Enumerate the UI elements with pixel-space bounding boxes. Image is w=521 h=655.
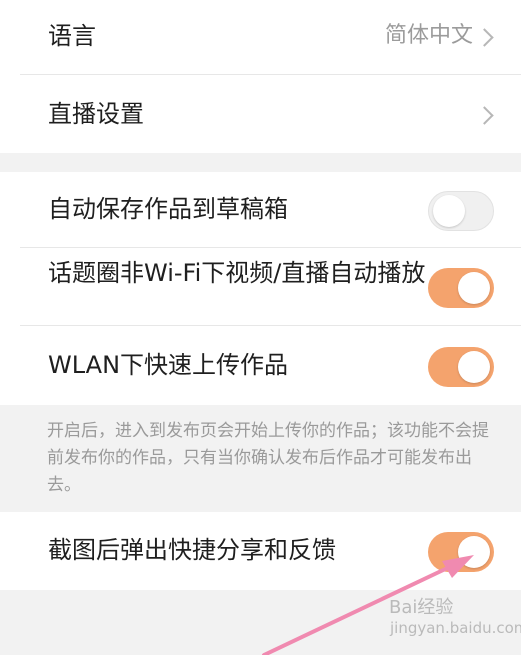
- live-settings-label: 直播设置: [48, 100, 144, 128]
- language-label: 语言: [48, 22, 96, 50]
- chevron-right-icon: [475, 28, 494, 47]
- chevron-right-icon: [475, 106, 494, 125]
- language-row[interactable]: 语言 简体中文: [20, 0, 521, 75]
- settings-screen: 语言 简体中文 直播设置 自动保存作品到草稿箱 话题圈非Wi-Fi下视频/直播自…: [0, 0, 521, 655]
- wlan-upload-toggle[interactable]: [428, 347, 494, 387]
- wlan-upload-note: 开启后，进入到发布页会开始上传你的作品；该功能不会提前发布你的作品，只有当你确认…: [47, 421, 489, 495]
- watermark-url: jingyan.baidu.com: [390, 619, 521, 637]
- toggle-knob: [458, 536, 490, 568]
- language-value: 简体中文: [384, 23, 473, 48]
- baidu-jingyan-watermark: Bai经验 jingyan.baidu.com: [389, 598, 521, 640]
- topic-autoplay-toggle[interactable]: [428, 268, 494, 308]
- toggle-knob: [458, 351, 490, 383]
- watermark-brand-tail: 经验: [417, 597, 454, 618]
- auto-save-row: 自动保存作品到草稿箱: [20, 172, 521, 248]
- wlan-upload-label: WLAN下快速上传作品: [48, 351, 289, 379]
- screenshot-share-row: 截图后弹出快捷分享和反馈: [20, 512, 521, 590]
- general-settings-group: 语言 简体中文 直播设置: [0, 0, 521, 153]
- screenshot-share-toggle[interactable]: [428, 532, 494, 572]
- watermark-brand: Bai经验: [389, 598, 453, 618]
- live-settings-row[interactable]: 直播设置: [20, 76, 521, 153]
- auto-save-toggle[interactable]: [428, 191, 494, 231]
- wlan-upload-row: WLAN下快速上传作品: [20, 327, 521, 405]
- topic-autoplay-label: 话题圈非Wi-Fi下视频/直播自动播放: [48, 259, 426, 287]
- auto-save-label: 自动保存作品到草稿箱: [48, 195, 288, 223]
- screenshot-share-label: 截图后弹出快捷分享和反馈: [48, 536, 336, 564]
- watermark-brand-text: Bai: [389, 597, 418, 618]
- toggle-knob: [458, 272, 490, 304]
- upload-settings-group: 自动保存作品到草稿箱 话题圈非Wi-Fi下视频/直播自动播放 WLAN下快速上传…: [0, 172, 521, 405]
- topic-autoplay-row: 话题圈非Wi-Fi下视频/直播自动播放: [20, 249, 521, 326]
- toggle-knob: [433, 195, 465, 227]
- share-settings-group: 截图后弹出快捷分享和反馈: [0, 512, 521, 590]
